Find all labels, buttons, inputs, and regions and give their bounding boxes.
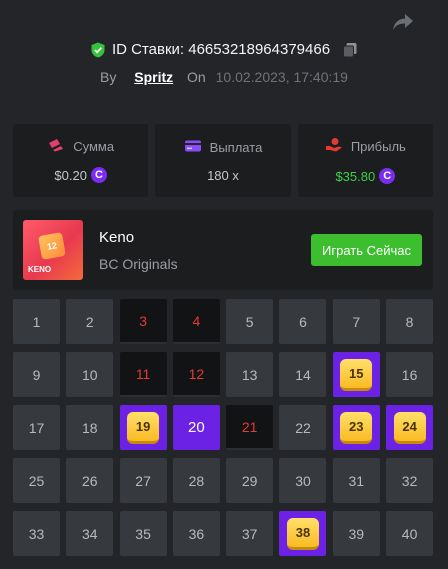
stat-profit-value: $35.80 [335, 168, 376, 184]
stat-profit-label: Прибыль [350, 139, 406, 154]
keno-tile[interactable]: 36 [172, 511, 220, 556]
game-provider: BC Originals [99, 256, 178, 272]
keno-tile[interactable]: 16 [386, 352, 434, 397]
keno-tile[interactable]: 31 [332, 458, 380, 503]
keno-tile[interactable]: 32 [386, 458, 434, 503]
bet-id-line: ID Ставки: 46653218964379466 [0, 41, 448, 58]
keno-tile[interactable]: 12 [172, 352, 220, 397]
keno-tile[interactable]: 22 [279, 405, 327, 450]
keno-tile[interactable]: 30 [279, 458, 327, 503]
keno-tile[interactable]: 9 [13, 352, 60, 397]
keno-tile[interactable]: 18 [66, 405, 114, 450]
shield-check-icon [90, 42, 106, 58]
hit-gem-icon: 38 [286, 517, 319, 550]
game-title: Keno [99, 229, 135, 246]
by-label: By [100, 69, 117, 85]
stat-payout-label: Выплата [209, 139, 263, 155]
keno-tile[interactable]: 11 [119, 352, 167, 397]
username-link[interactable]: Spritz [134, 69, 173, 85]
play-now-button[interactable]: Играть Сейчас [311, 234, 422, 266]
hit-gem-icon: 19 [127, 411, 160, 444]
keno-tile[interactable]: 24 [386, 405, 434, 450]
game-card: 12 KENO Keno BC Originals Играть Сейчас [13, 210, 433, 290]
keno-tile[interactable]: 20 [172, 405, 220, 450]
keno-cube-icon: 12 [38, 232, 66, 260]
keno-tile[interactable]: 15 [332, 352, 380, 397]
keno-tile[interactable]: 23 [332, 405, 380, 450]
share-icon[interactable] [390, 9, 416, 35]
keno-tile[interactable]: 6 [279, 299, 327, 344]
hit-gem-icon: 15 [340, 358, 373, 391]
coins-icon [47, 138, 65, 155]
keno-tile[interactable]: 1 [13, 299, 60, 344]
hit-gem-icon: 23 [340, 411, 373, 444]
keno-tile[interactable]: 34 [66, 511, 114, 556]
keno-tile[interactable]: 26 [66, 458, 114, 503]
on-label: On [187, 69, 206, 85]
bet-id-text: ID Ставки: 46653218964379466 [111, 41, 331, 58]
keno-tile[interactable]: 38 [279, 511, 327, 556]
keno-tile[interactable]: 13 [226, 352, 274, 397]
copy-icon[interactable] [342, 42, 358, 58]
keno-tile[interactable]: 8 [386, 299, 434, 344]
author-line: By Spritz On 10.02.2023, 17:40:19 [0, 69, 448, 85]
keno-tile[interactable]: 29 [226, 458, 274, 503]
currency-coin-icon: C [90, 167, 107, 183]
keno-tile[interactable]: 40 [386, 511, 434, 556]
keno-tile[interactable]: 21 [226, 405, 274, 450]
stat-profit: Прибыль $35.80 C [297, 124, 433, 197]
keno-tile[interactable]: 19 [119, 405, 167, 450]
bet-datetime: 10.02.2023, 17:40:19 [215, 69, 348, 85]
keno-tile[interactable]: 17 [13, 405, 60, 450]
keno-tile[interactable]: 4 [172, 299, 220, 344]
stat-payout-value: 180 x [207, 167, 239, 183]
keno-tile[interactable]: 25 [13, 458, 60, 503]
card-icon [184, 139, 202, 156]
keno-board: 1 2 3 4 5 6 7 8 9 10 11 12 13 14 15 16 17 18 19 20 21 22 23 24 2… [13, 299, 435, 556]
keno-tile[interactable]: 10 [66, 352, 114, 397]
keno-tile[interactable]: 39 [332, 511, 380, 556]
keno-tile[interactable]: 2 [66, 299, 114, 344]
stat-payout: Выплата 180 x [155, 124, 291, 197]
keno-tile[interactable]: 37 [226, 511, 274, 556]
stat-amount: Сумма $0.20 C [13, 124, 149, 197]
keno-thumbnail[interactable]: 12 KENO [23, 220, 83, 280]
bet-stats: Сумма $0.20 C Выплата 180 x Прибыль $35.… [13, 124, 433, 197]
stat-amount-label: Сумма [73, 139, 115, 154]
keno-tile[interactable]: 35 [119, 511, 167, 556]
keno-tile[interactable]: 33 [13, 511, 60, 556]
keno-tile[interactable]: 28 [172, 458, 220, 503]
stat-amount-value: $0.20 [54, 167, 87, 183]
hand-coin-icon [325, 137, 343, 156]
keno-tile[interactable]: 3 [119, 299, 167, 344]
keno-thumb-label: KENO [28, 265, 52, 274]
keno-tile[interactable]: 14 [279, 352, 327, 397]
keno-tile[interactable]: 7 [332, 299, 380, 344]
keno-tile[interactable]: 27 [119, 458, 167, 503]
hit-gem-icon: 24 [393, 411, 426, 444]
currency-coin-icon: C [379, 168, 396, 184]
keno-tile[interactable]: 5 [226, 299, 274, 344]
